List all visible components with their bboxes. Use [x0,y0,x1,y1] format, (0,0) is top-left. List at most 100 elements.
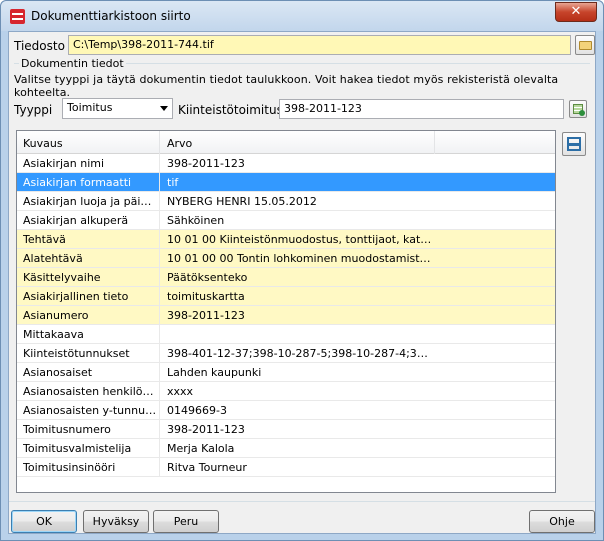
footer-divider [9,501,595,502]
cell-arvo[interactable]: 398-2011-123 [167,309,433,322]
column-divider[interactable] [434,131,435,154]
cell-kuvaus: Kiinteistötunnukset [23,347,130,360]
type-label: Tyyppi [14,103,53,117]
table-row[interactable]: Asiakirjan formaatti tif [17,173,555,192]
table-row[interactable]: Käsittelyvaihe Päätöksenteko [17,268,555,287]
table-row[interactable]: Tehtävä 10 01 00 Kiinteistönmuodostus, to… [17,230,555,249]
cell-arvo[interactable]: Sähköinen [167,214,433,227]
cell-divider [159,306,160,325]
app-logo-icon [10,9,25,24]
table-row[interactable]: Mittakaava [17,325,555,344]
folder-open-icon [579,41,592,50]
window-title: Dokumenttiarkistoon siirto [31,9,191,23]
ok-button[interactable]: OK [11,510,77,533]
table-row[interactable]: Asianosaisten henkilötunnukset xxxx [17,382,555,401]
file-label: Tiedosto [14,39,65,53]
cell-divider [159,249,160,268]
column-divider[interactable] [159,131,160,154]
cell-arvo[interactable]: 398-2011-123 [167,157,433,170]
cancel-button[interactable]: Peru [153,510,219,533]
table-row[interactable]: Asianosaiset Lahden kaupunki [17,363,555,382]
cell-arvo[interactable]: tif [167,176,433,189]
cell-divider [159,173,160,192]
cell-kuvaus: Tehtävä [23,233,66,246]
cell-kuvaus: Toimitusnumero [23,423,111,436]
cell-arvo[interactable]: Päätöksenteko [167,271,433,284]
close-button[interactable]: ✕ [555,2,597,22]
cell-divider [159,154,160,173]
fit-view-button[interactable] [562,132,586,156]
table-row[interactable]: Asianosaisten y-tunnukset 0149669-3 [17,401,555,420]
instruction-text: Valitse tyyppi ja täytä dokumentin tiedo… [14,73,559,99]
document-info-table[interactable]: Kuvaus Arvo Asiakirjan nimi 398-2011-123 A… [16,130,556,493]
cell-kuvaus: Toimitusinsinööri [23,461,116,474]
cell-divider [159,192,160,211]
table-body: Asiakirjan nimi 398-2011-123 Asiakirjan fo… [17,154,555,477]
cell-kuvaus: Asiakirjan alkuperä [23,214,129,227]
cell-arvo[interactable]: Merja Kalola [167,442,433,455]
cell-kuvaus: Käsittelyvaihe [23,271,101,284]
cell-arvo[interactable]: xxxx [167,385,433,398]
cell-divider [159,401,160,420]
table-row[interactable]: Asiakirjallinen tieto toimituskartta [17,287,555,306]
table-row[interactable]: Asiakirjan luoja ja päiväys NYBERG HENRI … [17,192,555,211]
cell-divider [159,325,160,344]
chevron-down-icon [160,106,168,111]
cell-arvo[interactable]: 10 01 00 00 Tontin lohkominen muodostami… [167,252,433,265]
cell-divider [159,363,160,382]
cell-arvo[interactable]: toimituskartta [167,290,433,303]
table-row[interactable]: Toimitusvalmistelija Merja Kalola [17,439,555,458]
table-row[interactable]: Asiakirjan nimi 398-2011-123 [17,154,555,173]
cell-kuvaus: Mittakaava [23,328,84,341]
cell-divider [159,211,160,230]
table-row[interactable]: Alatehtävä 10 01 00 00 Tontin lohkominen … [17,249,555,268]
group-title: Dokumentin tiedot [19,57,126,70]
title-bar[interactable]: Dokumenttiarkistoon siirto ✕ [1,1,603,31]
cell-arvo[interactable]: 398-2011-123 [167,423,433,436]
cell-divider [159,344,160,363]
dialog-window: Dokumenttiarkistoon siirto ✕ Tiedosto C:… [0,0,604,541]
cell-divider [159,268,160,287]
type-selected-value: Toimitus [67,101,113,114]
cell-arvo[interactable]: 398-401-12-37;398-10-287-5;398-10-287-4;… [167,347,433,360]
cell-divider [159,287,160,306]
cell-divider [159,382,160,401]
help-button[interactable]: Ohje [529,510,595,533]
cell-divider [159,420,160,439]
file-path-field[interactable]: C:\Temp\398-2011-744.tif [68,35,571,55]
cell-kuvaus: Asianosaiset [23,366,93,379]
table-row[interactable]: Asianumero 398-2011-123 [17,306,555,325]
table-row[interactable]: Kiinteistötunnukset 398-401-12-37;398-10-… [17,344,555,363]
type-dropdown[interactable]: Toimitus [62,98,173,119]
cell-kuvaus: Asianosaisten henkilötunnukset [23,385,157,398]
cell-divider [159,439,160,458]
browse-button[interactable] [575,35,595,55]
cell-kuvaus: Asianumero [23,309,89,322]
cell-arvo[interactable]: Ritva Tourneur [167,461,433,474]
column-header-kuvaus[interactable]: Kuvaus [23,137,63,150]
cell-kuvaus: Alatehtävä [23,252,83,265]
cell-arvo[interactable]: 0149669-3 [167,404,433,417]
cell-kuvaus: Asiakirjan luoja ja päiväys [23,195,157,208]
cell-divider [159,230,160,249]
cell-kuvaus: Asiakirjallinen tieto [23,290,129,303]
cell-arvo[interactable]: NYBERG HENRI 15.05.2012 [167,195,433,208]
table-header: Kuvaus Arvo [17,131,555,154]
kiinteistotoimitus-label: Kiinteistötoimitus [178,103,283,117]
apply-button[interactable]: Hyväksy [83,510,149,533]
dialog-content: Tiedosto C:\Temp\398-2011-744.tif Dokume… [8,31,596,534]
cell-kuvaus: Toimitusvalmistelija [23,442,132,455]
kiinteistotoimitus-field[interactable]: 398-2011-123 [279,99,564,119]
cell-divider [159,458,160,477]
table-row[interactable]: Asiakirjan alkuperä Sähköinen [17,211,555,230]
fetch-register-button[interactable] [569,100,587,118]
fit-view-bar [569,143,579,146]
cell-kuvaus: Asiakirjan formaatti [23,176,132,189]
column-header-arvo[interactable]: Arvo [167,137,192,150]
table-row[interactable]: Toimitusnumero 398-2011-123 [17,420,555,439]
refresh-dot-icon [579,110,585,116]
cell-kuvaus: Asiakirjan nimi [23,157,105,170]
cell-arvo[interactable]: 10 01 00 Kiinteistönmuodostus, tonttijao… [167,233,433,246]
table-row[interactable]: Toimitusinsinööri Ritva Tourneur [17,458,555,477]
cell-arvo[interactable]: Lahden kaupunki [167,366,433,379]
